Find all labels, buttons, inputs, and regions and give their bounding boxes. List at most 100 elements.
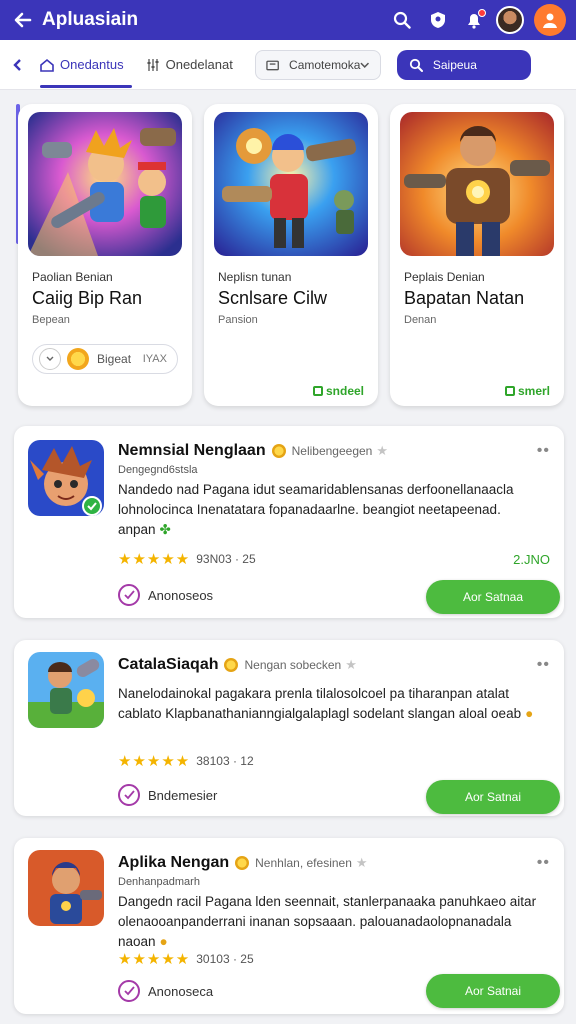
app-title: Apluasiain [42,9,139,30]
app-icon-image [28,850,104,926]
search-icon[interactable] [388,6,416,34]
select-value: Camotemoka [289,57,361,72]
rating-stars-icon: ★★★★★ [118,951,191,968]
pill-extra: IYAX [142,353,167,365]
chevron-down-icon [39,348,61,370]
list-item[interactable]: CatalaSiaqah Nengan sobecken ★ •• Nanelo… [14,640,564,816]
notification-dot [478,9,486,17]
app-bar: Apluasiain [0,0,576,40]
item-tag: Nenhlan, efesinen [255,856,352,870]
rating-text: 93N03 · 25 [196,552,256,566]
search-button-label: Saipeua [432,57,477,72]
item-developer: Denhanpadmarh [118,876,200,888]
rating-stars-icon: ★★★★★ [118,551,191,568]
more-options-icon[interactable]: •• [537,656,550,674]
search-button[interactable]: Saipeua [396,49,531,80]
card-category: Peplais Denian [404,270,485,284]
tab-onedelanat[interactable]: Onedelanat [146,40,233,90]
tab-onedantus[interactable]: Onedantus [40,40,132,90]
featured-section: Paolian Benian Caiig Bip Ran Bepean Bige… [16,104,564,408]
get-button[interactable]: Aor Satnai [426,780,560,814]
item-description-text: Dangedn racil Pagana lden seennait, stan… [118,894,537,949]
verified-check-icon [82,496,102,516]
card-subtitle: Denan [404,314,437,326]
coin-icon [235,856,250,870]
item-description-text: Nandedo nad Pagana idut seamaridablensan… [118,482,514,537]
profile-icon[interactable] [534,4,566,36]
chevron-left-icon[interactable] [12,58,22,72]
coin-small-icon: ● [525,706,534,721]
pill-label: Bigeat [97,352,132,366]
category-select[interactable]: Camotemoka [254,49,381,80]
item-rating: ★★★★★ 93N03 · 25 [118,550,256,568]
more-options-icon[interactable]: •• [537,442,550,460]
card-title: Bapatan Natan [404,288,525,308]
favorite-toggle[interactable]: Bndemesier [118,784,217,806]
favorite-toggle[interactable]: Anonoseca [118,980,213,1002]
back-arrow-icon[interactable] [10,7,36,33]
clover-icon: ✤ [159,522,171,537]
item-title: CatalaSiaqah [118,656,219,673]
favorite-label: Anonoseos [148,587,214,603]
item-description: Nanelodainokal pagakara prenla tilalosol… [118,684,548,724]
favorite-toggle[interactable]: Anonoseos [118,584,213,606]
item-description-text: Nanelodainokal pagakara prenla tilalosol… [118,686,522,721]
featured-card[interactable]: Peplais Denian Bapatan Natan Denan smerl [390,104,564,406]
tab-label: Onedelanat [165,57,233,72]
card-stat-label: smerl [517,384,550,398]
item-title: Aplika Nengan [118,854,230,871]
card-category: Neplisn tunan [218,270,292,284]
card-subtitle: Pansion [218,314,258,326]
item-title-row: CatalaSiaqah Nengan sobecken ★ [118,656,357,674]
list-item[interactable]: Nemnsial Nenglaan Nelibengeegen ★ •• Den… [14,426,564,618]
shield-icon[interactable] [424,6,452,34]
sliders-icon [147,58,159,71]
item-tag: Nelibengeegen [291,444,373,458]
list-item[interactable]: Aplika Nengan Nenhlan, efesinen ★ •• Den… [14,838,564,1014]
check-circle-icon [118,980,140,1002]
more-options-icon[interactable]: •• [537,854,550,872]
get-pill[interactable]: Bigeat IYAX [32,344,178,374]
get-button[interactable]: Aor Satnai [426,974,560,1008]
rating-text: 30103 · 25 [196,952,254,966]
get-button[interactable]: Aor Satnaa [426,580,560,614]
item-title-row: Aplika Nengan Nenhlan, efesinen ★ [118,854,368,872]
coin-icon [224,658,239,672]
item-size: 2.JNO [513,552,550,567]
rating-text: 38103 · 12 [196,754,254,768]
checkbox-icon [312,386,323,396]
item-title: Nemnsial Nenglaan [118,442,266,459]
card-stat: smerl [504,384,550,398]
star-icon: ★ [345,657,357,672]
home-icon [40,58,54,72]
item-description: Nandedo nad Pagana idut seamaridablensan… [118,480,548,540]
item-rating: ★★★★★ 38103 · 12 [118,752,254,770]
bell-icon[interactable] [460,6,488,34]
item-developer: Dengegnd6stsla [118,464,198,476]
game-art-image [28,112,182,256]
favorite-label: Anonoseca [148,983,214,999]
coin-icon [67,348,89,370]
card-title: Scnlsare Cilw [218,288,328,308]
featured-card[interactable]: Neplisn tunan Scnlsare Cilw Pansion snde… [204,104,378,406]
card-stat: sndeel [312,384,364,398]
rating-stars-icon: ★★★★★ [118,753,191,770]
check-circle-icon [118,584,140,606]
favorite-label: Bndemesier [148,787,218,803]
card-title: Caiig Bip Ran [32,288,143,308]
card-stat-label: sndeel [325,384,364,398]
game-art-image [214,112,368,256]
star-icon: ★ [355,855,368,870]
item-tag: Nengan sobecken [244,658,342,672]
tab-label: Onedantus [60,57,124,72]
item-title-row: Nemnsial Nenglaan Nelibengeegen ★ [118,442,388,460]
star-icon: ★ [376,443,389,458]
avatar[interactable] [496,6,524,34]
checkbox-icon [504,386,515,396]
featured-card[interactable]: Paolian Benian Caiig Bip Ran Bepean Bige… [18,104,192,406]
chevron-down-icon [360,62,370,68]
check-circle-icon [118,784,140,806]
card-category: Paolian Benian [32,270,113,284]
tab-bar: Onedantus Onedelanat Camotemoka Saipeua [0,40,576,90]
coin-icon [271,444,286,458]
